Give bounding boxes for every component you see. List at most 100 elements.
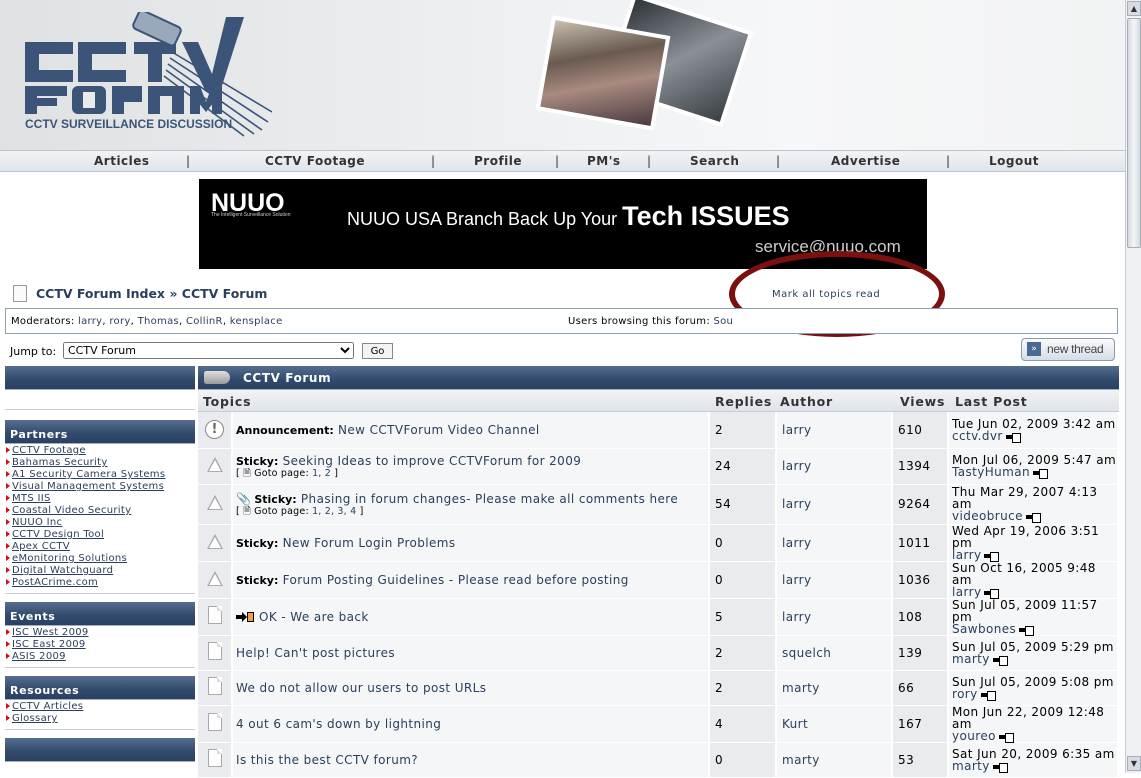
topic-prefix: Announcement: [236,423,334,437]
goto-last-post-icon[interactable] [1019,625,1035,636]
goto-last-post-icon[interactable] [992,762,1008,773]
author-link[interactable]: squelch [776,635,893,671]
nav-pms[interactable]: PM's [587,154,621,168]
goto-last-post-icon[interactable] [984,551,1000,562]
new-thread-button[interactable]: » new thread [1021,338,1115,361]
last-post-user[interactable]: TastyHuman [952,465,1030,479]
last-post-user[interactable]: rory [952,687,978,701]
sidebar-link[interactable]: Apex CCTV [6,541,195,553]
sidebar-section-title: Events [5,602,195,626]
last-post-user[interactable]: marty [952,652,990,666]
last-post-user[interactable]: larry [952,585,981,599]
sidebar-link[interactable]: Glossary [6,713,195,725]
breadcrumb-index[interactable]: CCTV Forum Index [36,286,165,301]
nav-search[interactable]: Search [690,154,739,168]
topic-cell: 4 out 6 cam's down by lightning [232,705,710,743]
scroll-thumb[interactable] [1127,18,1141,248]
sidebar-link[interactable]: ISC West 2009 [6,627,195,639]
last-post-cell: Sun Jul 05, 2009 5:29 pm marty [948,635,1119,671]
author-link[interactable]: Kurt [776,705,893,743]
last-post-cell: Wed Apr 19, 2006 3:51 pm larry [948,524,1119,562]
topic-title-link[interactable]: Seeking Ideas to improve CCTVForum for 2… [283,454,582,468]
author-link[interactable]: larry [776,484,893,525]
page-links[interactable]: 1, 2, 3, 4 [312,506,356,517]
last-post-user[interactable]: youreo [952,729,996,743]
sidebar-link[interactable]: Digital Watchguard [6,565,195,577]
sidebar-link[interactable]: ISC East 2009 [6,639,195,651]
mod-thomas[interactable]: Thomas [138,316,179,327]
sidebar-link[interactable]: eMonitoring Solutions [6,553,195,565]
topic-icon [207,606,222,624]
camera-icon [204,371,230,384]
sidebar-link[interactable]: PostACrime.com [6,577,195,589]
col-replies: Replies [715,394,773,409]
mark-all-read-link[interactable]: Mark all topics read [772,289,880,300]
breadcrumb-current[interactable]: CCTV Forum [182,286,268,301]
sticky-icon [206,457,223,472]
page-links[interactable]: 1, 2 [312,468,331,479]
go-button[interactable]: Go [362,343,393,359]
replies-cell: 0 [709,742,777,778]
sidebar-link[interactable]: NUUO Inc [6,517,195,529]
mod-larry[interactable]: larry [78,316,102,327]
author-link[interactable]: marty [776,670,893,706]
sidebar-link[interactable]: CCTV Articles [6,701,195,713]
goto-last-post-icon[interactable] [998,732,1014,743]
topic-title-link[interactable]: Is this the best CCTV forum? [236,753,418,767]
topic-cell: Sticky: Seeking Ideas to improve CCTVFor… [232,448,710,485]
vertical-scrollbar[interactable]: ▲ ▼ [1125,0,1141,773]
sidebar-link[interactable]: CCTV Footage [6,445,195,457]
sidebar-link[interactable]: MTS IIS [6,493,195,505]
browsing-user[interactable]: Sou [713,316,733,327]
last-post-user[interactable]: marty [952,759,990,773]
goto-last-post-icon[interactable] [1025,513,1041,523]
last-post-user[interactable]: Sawbones [952,622,1016,636]
topic-title-link[interactable]: Help! Can't post pictures [236,646,395,660]
goto-last-post-icon[interactable] [984,588,1000,599]
last-post-date: Mon Jun 22, 2009 12:48 am [952,704,1105,731]
jump-select[interactable]: CCTV Forum [63,342,354,359]
author-link[interactable]: larry [776,598,893,636]
last-post-user[interactable]: cctv.dvr [952,429,1003,443]
forum-header: CCTV Forum [198,366,1119,390]
author-link[interactable]: larry [776,561,893,599]
topic-title-link[interactable]: We do not allow our users to post URLs [236,681,486,695]
goto-last-post-icon[interactable] [1005,432,1021,443]
mod-kensplace[interactable]: kensplace [230,316,283,327]
last-post-user[interactable]: videobruce [952,509,1023,523]
scroll-down-icon[interactable]: ▼ [1127,756,1141,771]
sidebar-link[interactable]: CCTV Design Tool [6,529,195,541]
author-link[interactable]: marty [776,742,893,778]
mod-collinr[interactable]: CollinR [186,316,223,327]
scroll-up-icon[interactable]: ▲ [1127,1,1141,16]
sidebar-link[interactable]: Bahamas Security [6,457,195,469]
last-post-user[interactable]: larry [952,548,981,562]
topic-row: Sticky: New Forum Login Problems 0 larry… [198,524,1119,562]
cctv-forum-logo[interactable]: CCTV SURVEILLANCE DISCUSSION [22,12,272,137]
topic-title-link[interactable]: Forum Posting Guidelines - Please read b… [283,573,629,587]
nav-profile[interactable]: Profile [474,154,522,168]
col-author: Author [780,394,833,409]
topic-title-link[interactable]: New Forum Login Problems [283,536,456,550]
author-link[interactable]: larry [776,412,893,449]
sidebar-link[interactable]: A1 Security Camera Systems [6,469,195,481]
nav-cctv-footage[interactable]: CCTV Footage [265,154,365,168]
author-link[interactable]: larry [776,448,893,485]
topic-title-link[interactable]: New CCTVForum Video Channel [338,423,540,437]
goto-last-post-icon[interactable] [980,690,996,701]
sidebar-link[interactable]: Coastal Video Security [6,505,195,517]
nav-articles[interactable]: Articles [94,154,150,168]
goto-last-post-icon[interactable] [992,655,1008,666]
sticky-icon [206,533,223,549]
topic-title-link[interactable]: 4 out 6 cam's down by lightning [236,717,441,731]
goto-last-post-icon[interactable] [1033,469,1049,479]
nav-advertise[interactable]: Advertise [831,154,900,168]
mod-rory[interactable]: rory [109,316,130,327]
sidebar-link[interactable]: Visual Management Systems [6,481,195,493]
topic-title-link[interactable]: Phasing in forum changes- Please make al… [301,492,678,506]
topic-title-link[interactable]: OK - We are back [259,610,369,624]
sidebar-link[interactable]: ASIS 2009 [6,651,195,663]
topic-icon-cell [198,705,233,743]
author-link[interactable]: larry [776,524,893,562]
nav-logout[interactable]: Logout [989,154,1039,168]
